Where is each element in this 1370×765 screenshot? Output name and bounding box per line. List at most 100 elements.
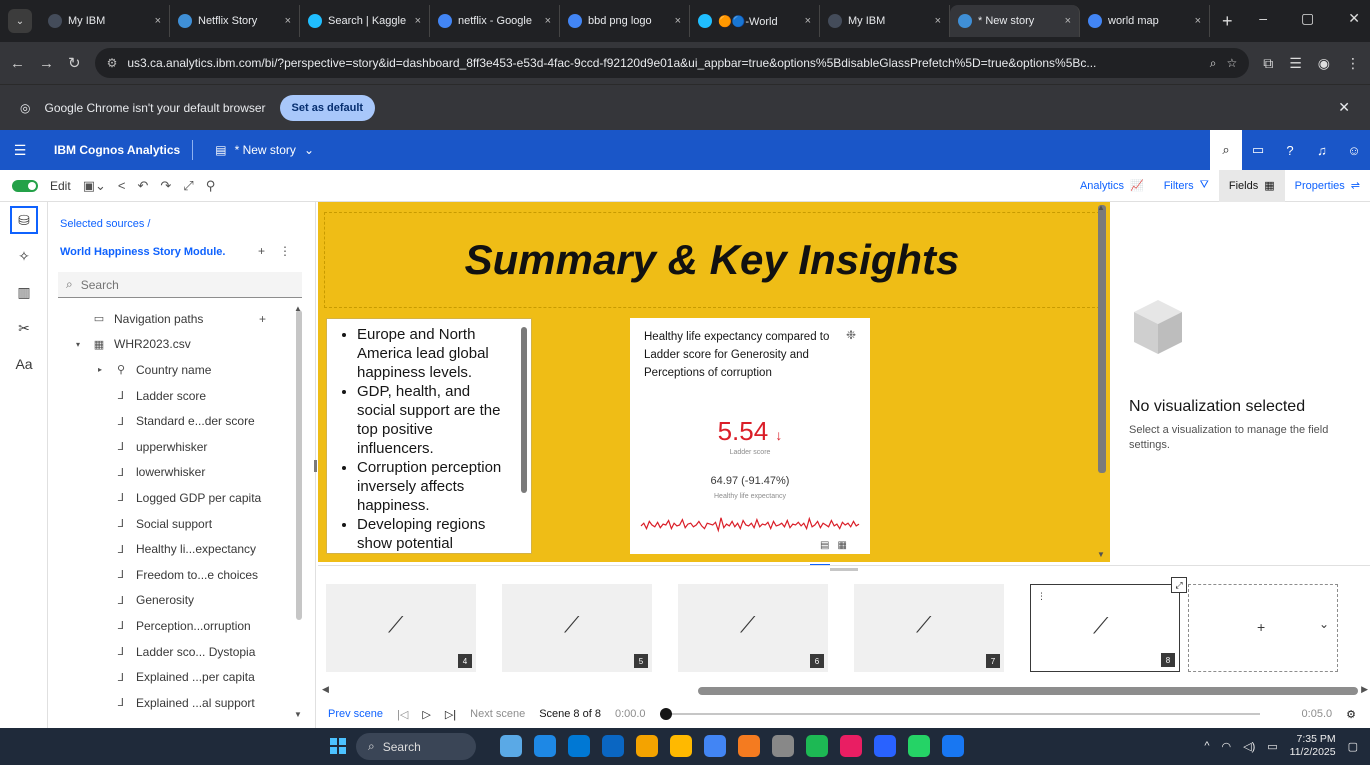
- scene-thumbnail[interactable]: ⟋ 5: [502, 584, 652, 672]
- browser-tab[interactable]: My IBM ×: [820, 5, 950, 37]
- add-icon[interactable]: +: [259, 312, 266, 326]
- sources-icon[interactable]: ⛁: [10, 206, 38, 234]
- taskbar-app-icon[interactable]: [670, 735, 692, 757]
- minimize-button[interactable]: –: [1259, 10, 1267, 27]
- tab-close-icon[interactable]: ×: [545, 15, 551, 27]
- taskbar-search[interactable]: ⌕ Search: [356, 733, 476, 760]
- panel-tab-fields[interactable]: Fields ▦: [1218, 169, 1285, 202]
- tree-item[interactable]: ▭ Navigation paths +: [48, 306, 300, 332]
- taskbar-app-icon[interactable]: [738, 735, 760, 757]
- tree-item[interactable]: ⅃ upperwhisker: [48, 434, 300, 460]
- panel-tab-properties[interactable]: Properties ⇌: [1285, 170, 1370, 202]
- close-icon[interactable]: ✕: [1338, 99, 1350, 116]
- browser-tab[interactable]: netflix - Google ×: [430, 5, 560, 37]
- panel-tab-filters[interactable]: Filters ⛛: [1154, 170, 1219, 202]
- chart-view-icon[interactable]: ▤: [820, 540, 829, 551]
- tab-close-icon[interactable]: ×: [675, 15, 681, 27]
- text-icon[interactable]: Aa: [0, 346, 48, 382]
- undo-icon[interactable]: ↶: [137, 178, 148, 194]
- reload-icon[interactable]: ↻: [68, 54, 81, 72]
- tab-close-icon[interactable]: ×: [805, 15, 811, 27]
- text-scrollbar[interactable]: [521, 327, 527, 493]
- taskbar-app-icon[interactable]: [806, 735, 828, 757]
- maximize-button[interactable]: ▢: [1301, 10, 1314, 27]
- taskbar-app-icon[interactable]: [772, 735, 794, 757]
- scenes-scrollbar[interactable]: [698, 687, 1358, 695]
- redo-icon[interactable]: ↷: [160, 178, 171, 194]
- tree-item[interactable]: ⅃ Social support: [48, 511, 300, 537]
- save-icon[interactable]: ▣⌄: [83, 178, 106, 194]
- profile-avatar[interactable]: ◉: [1318, 55, 1330, 72]
- taskbar-app-icon[interactable]: [602, 735, 624, 757]
- add-scene-button[interactable]: + ⌄: [1188, 584, 1338, 672]
- canvas-scroll-down-icon[interactable]: ▼: [1097, 550, 1105, 559]
- extensions-icon[interactable]: ⧉: [1263, 55, 1273, 72]
- bookmark-star-icon[interactable]: ☆: [1226, 56, 1237, 70]
- browser-tab[interactable]: world map ×: [1080, 5, 1210, 37]
- tab-close-icon[interactable]: ×: [415, 15, 421, 27]
- tab-close-icon[interactable]: ×: [1065, 15, 1071, 27]
- last-scene-icon[interactable]: ▷|: [445, 708, 456, 721]
- chrome-menu-icon[interactable]: ⋮: [1346, 55, 1360, 72]
- site-info-icon[interactable]: ⚙: [107, 56, 118, 70]
- notification-bell-icon[interactable]: ♫: [1306, 130, 1338, 170]
- more-options-icon[interactable]: ⋮: [1037, 591, 1046, 602]
- help-icon[interactable]: ?: [1274, 130, 1306, 170]
- add-source-icon[interactable]: +: [258, 244, 265, 258]
- set-default-button[interactable]: Set as default: [279, 94, 376, 121]
- expand-icon[interactable]: ⤢: [1171, 577, 1187, 593]
- story-selector[interactable]: ▤ * New story ⌄: [193, 143, 314, 157]
- assistant-icon[interactable]: ▭: [1242, 130, 1274, 170]
- forward-icon[interactable]: →: [39, 55, 54, 72]
- browser-tab[interactable]: My IBM ×: [40, 5, 170, 37]
- story-canvas[interactable]: Summary & Key Insights Europe and North …: [314, 202, 1110, 566]
- more-options-icon[interactable]: ⋮: [279, 244, 291, 258]
- tree-item[interactable]: ⅃ Logged GDP per capita: [48, 485, 300, 511]
- url-text[interactable]: us3.ca.analytics.ibm.com/bi/?perspective…: [127, 56, 1199, 70]
- fullscreen-icon[interactable]: ⤢: [183, 178, 193, 194]
- browser-tab[interactable]: Netflix Story ×: [170, 5, 300, 37]
- tree-item[interactable]: ⅃ lowerwhisker: [48, 460, 300, 486]
- tab-close-icon[interactable]: ×: [285, 15, 291, 27]
- pin-icon[interactable]: ✧: [0, 238, 48, 274]
- new-tab-button[interactable]: +: [1210, 11, 1245, 32]
- close-window-button[interactable]: ✕: [1348, 10, 1360, 27]
- panel-tab-analytics[interactable]: Analytics 📈: [1070, 170, 1154, 202]
- timeline-settings-icon[interactable]: ⚙: [1346, 708, 1356, 721]
- taskbar-app-icon[interactable]: [908, 735, 930, 757]
- kpi-visualization[interactable]: Healthy life expectancy compared to Ladd…: [630, 318, 870, 554]
- taskbar-app-icon[interactable]: [942, 735, 964, 757]
- clock[interactable]: 7:35 PM 11/2/2025: [1290, 733, 1336, 759]
- browser-tab[interactable]: bbd png logo ×: [560, 5, 690, 37]
- tab-close-icon[interactable]: ×: [1195, 15, 1201, 27]
- tray-chevron-icon[interactable]: ^: [1204, 740, 1209, 752]
- user-avatar-icon[interactable]: ☺: [1338, 130, 1370, 170]
- prev-scene-button[interactable]: Prev scene: [328, 708, 383, 720]
- search-input[interactable]: [80, 277, 281, 292]
- scroll-down-icon[interactable]: ▼: [294, 710, 302, 719]
- taskbar-app-icon[interactable]: [840, 735, 862, 757]
- next-scene-button[interactable]: Next scene: [470, 708, 525, 720]
- tree-item[interactable]: ⅃ Ladder sco... Dystopia: [48, 639, 300, 665]
- tree-item[interactable]: ⅃ Ladder score: [48, 383, 300, 409]
- first-scene-icon[interactable]: |◁: [397, 708, 408, 721]
- browser-tab[interactable]: 🟠🔵-World ×: [690, 5, 820, 37]
- volume-icon[interactable]: ◁): [1243, 740, 1255, 753]
- tab-search-button[interactable]: ⌄: [8, 9, 32, 33]
- scene-thumbnail[interactable]: ⟋ 6: [678, 584, 828, 672]
- tab-close-icon[interactable]: ×: [935, 15, 941, 27]
- viz-settings-icon[interactable]: ❉: [846, 328, 856, 342]
- taskbar-app-icon[interactable]: [636, 735, 658, 757]
- product-name[interactable]: IBM Cognos Analytics: [40, 140, 194, 160]
- tree-expand-icon[interactable]: ▾: [76, 340, 84, 349]
- taskbar-app-icon[interactable]: [704, 735, 726, 757]
- widgets-icon[interactable]: ✂: [0, 310, 48, 346]
- scroll-left-icon[interactable]: ◀: [322, 684, 329, 695]
- tree-item[interactable]: ⅃ Perception...orruption: [48, 613, 300, 639]
- tree-expand-icon[interactable]: ▸: [98, 365, 106, 374]
- tree-item[interactable]: ▸ ⚲ Country name: [48, 357, 300, 383]
- scene-thumbnail[interactable]: ⟋ 4: [326, 584, 476, 672]
- scene-thumbnail[interactable]: ⟋ 8 ⤢ ⋮: [1030, 577, 1187, 672]
- scroll-right-icon[interactable]: ▶: [1361, 684, 1368, 695]
- chevron-down-icon[interactable]: ⌄: [1319, 617, 1329, 631]
